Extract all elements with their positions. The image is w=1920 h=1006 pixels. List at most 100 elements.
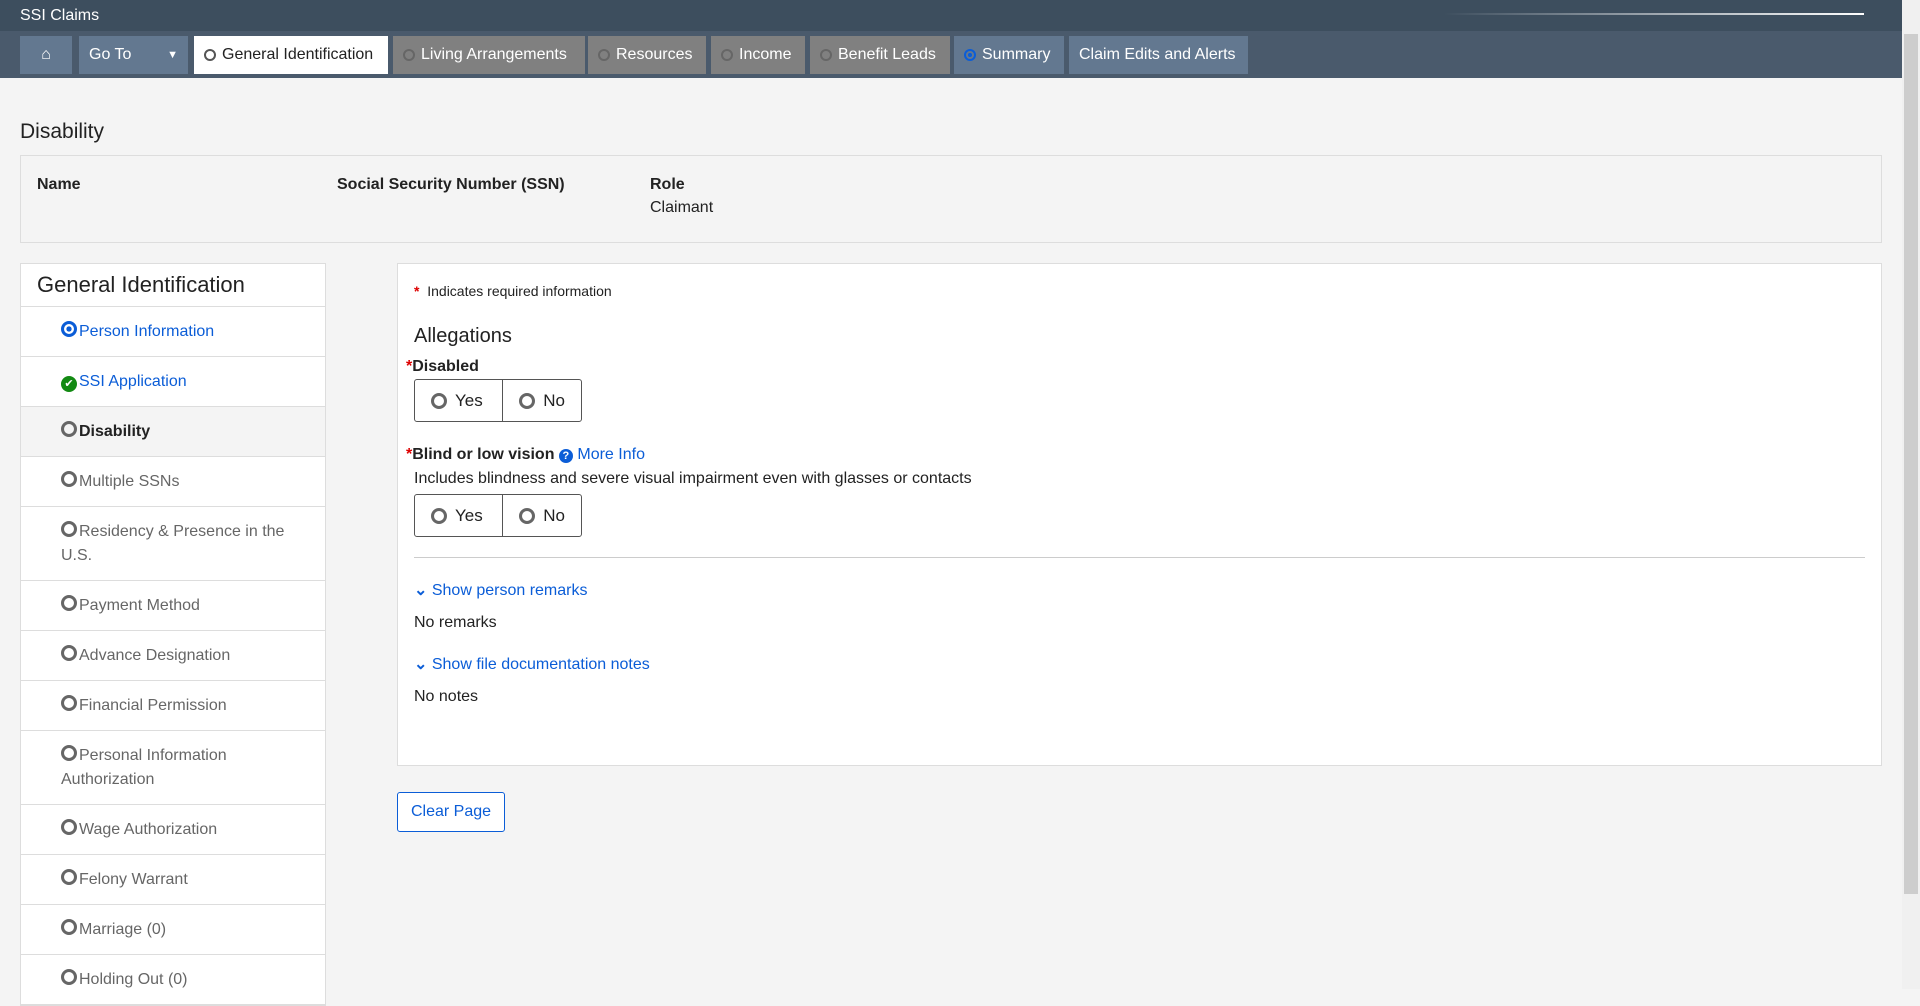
- blind-help-text: Includes blindness and severe visual imp…: [414, 470, 972, 487]
- sidebar-item-label: Financial Permission: [79, 697, 227, 714]
- circle-icon: [61, 819, 77, 835]
- circle-icon: [61, 645, 77, 661]
- sidebar-item-label: Disability: [79, 423, 151, 440]
- radio-icon: [431, 392, 447, 409]
- home-icon: ⌂: [41, 46, 51, 63]
- sidebar-item-felony-warrant[interactable]: Felony Warrant: [21, 855, 325, 905]
- tab-resources[interactable]: Resources: [588, 36, 706, 74]
- chevron-down-icon: ⌄: [414, 656, 428, 673]
- sidebar: General Identification Person Informatio…: [20, 263, 326, 1006]
- sidebar-item-multiple-ssns[interactable]: Multiple SSNs: [21, 457, 325, 507]
- sidebar-item-label: Marriage (0): [79, 921, 167, 938]
- radio-label: No: [543, 505, 565, 525]
- sidebar-item-label: Personal Information Authorization: [61, 747, 227, 788]
- sidebar-item-payment-method[interactable]: Payment Method: [21, 581, 325, 631]
- disabled-radio-group: Yes No: [414, 379, 582, 422]
- disabled-no-radio[interactable]: No: [502, 380, 581, 421]
- sidebar-item-label: Holding Out (0): [79, 971, 188, 988]
- tab-label: General Identification: [222, 46, 374, 63]
- disabled-yes-radio[interactable]: Yes: [415, 380, 502, 421]
- selected-circle-icon: [964, 49, 976, 61]
- sidebar-item-financial-permission[interactable]: Financial Permission: [21, 681, 325, 731]
- tab-income[interactable]: Income: [711, 36, 805, 74]
- show-notes-toggle[interactable]: ⌄ Show file documentation notes: [414, 654, 1865, 674]
- scrollbar[interactable]: [1902, 0, 1920, 989]
- radio-icon: [519, 392, 536, 409]
- sidebar-item-marriage[interactable]: Marriage (0): [21, 905, 325, 955]
- home-button[interactable]: ⌂: [20, 36, 72, 74]
- app-title-bar: SSI Claims: [0, 0, 1902, 31]
- section-title: Allegations: [414, 325, 512, 347]
- show-person-remarks-toggle[interactable]: ⌄ Show person remarks: [414, 580, 1865, 600]
- question-circle-icon: ?: [558, 449, 573, 463]
- more-info-link[interactable]: ? More Info: [558, 446, 645, 463]
- top-nav: ⌂ Go To ▼ General Identification Living A…: [0, 31, 1902, 78]
- sidebar-item-holding-out[interactable]: Holding Out (0): [21, 955, 325, 1005]
- sidebar-item-person-information[interactable]: Person Information: [21, 307, 325, 357]
- tab-label: Summary: [982, 46, 1051, 63]
- radio-label: Yes: [455, 390, 483, 410]
- tab-benefit-leads[interactable]: Benefit Leads: [810, 36, 950, 74]
- sidebar-item-advance-designation[interactable]: Advance Designation: [21, 631, 325, 681]
- notes-value: No notes: [414, 688, 479, 705]
- circle-icon: [61, 919, 77, 935]
- app-title: SSI Claims: [20, 7, 100, 24]
- sidebar-item-label: Person Information: [79, 323, 215, 340]
- clear-page-button[interactable]: Clear Page: [397, 792, 505, 832]
- tab-summary[interactable]: Summary: [954, 36, 1064, 74]
- circle-icon: [61, 745, 77, 761]
- ssn-label: Social Security Number (SSN): [337, 176, 565, 193]
- circle-icon: [61, 869, 77, 885]
- blind-yes-radio[interactable]: Yes: [415, 495, 502, 536]
- circle-icon: [598, 49, 610, 61]
- sidebar-item-personal-info-auth[interactable]: Personal Information Authorization: [21, 731, 325, 805]
- circle-icon: [61, 595, 77, 611]
- role-label: Role: [650, 176, 685, 193]
- required-asterisk: *: [414, 283, 420, 299]
- radio-icon: [519, 507, 536, 524]
- sidebar-item-label: SSI Application: [79, 373, 187, 390]
- circle-icon: [61, 521, 77, 537]
- sidebar-item-residency[interactable]: Residency & Presence in the U.S.: [21, 507, 325, 581]
- name-label: Name: [37, 176, 81, 193]
- circle-icon: [61, 471, 77, 487]
- tab-general-identification[interactable]: General Identification: [194, 36, 388, 74]
- tab-living-arrangements[interactable]: Living Arrangements: [393, 36, 585, 74]
- form-panel: * Indicates required information Allegat…: [397, 263, 1882, 766]
- tab-label: Resources: [616, 46, 693, 63]
- sidebar-item-ssi-application[interactable]: ✔ SSI Application: [21, 357, 325, 407]
- radio-label: No: [543, 390, 565, 410]
- goto-label: Go To: [89, 46, 132, 63]
- blind-label: Blind or low vision: [412, 446, 555, 463]
- radio-icon: [431, 507, 447, 524]
- divider: [414, 557, 1865, 558]
- goto-button[interactable]: Go To ▼: [79, 36, 188, 74]
- sidebar-item-label: Wage Authorization: [79, 821, 218, 838]
- circle-icon: [721, 49, 733, 61]
- toggle-label: Show person remarks: [431, 582, 588, 599]
- chevron-down-icon: ⌄: [414, 582, 428, 599]
- page-title: Disability: [20, 120, 105, 143]
- sidebar-item-wage-authorization[interactable]: Wage Authorization: [21, 805, 325, 855]
- sidebar-item-label: Payment Method: [79, 597, 200, 614]
- blind-radio-group: Yes No: [414, 494, 582, 537]
- tab-claim-edits[interactable]: Claim Edits and Alerts: [1069, 36, 1248, 74]
- title-decoration: [1444, 13, 1864, 15]
- tab-label: Income: [739, 46, 792, 63]
- radio-label: Yes: [455, 505, 483, 525]
- sidebar-item-disability[interactable]: Disability: [21, 407, 325, 457]
- selected-circle-icon: [61, 321, 77, 337]
- sidebar-item-label: Felony Warrant: [79, 871, 188, 888]
- circle-icon: [61, 695, 77, 711]
- circle-icon: [204, 49, 216, 61]
- disabled-label: Disabled: [412, 358, 479, 375]
- sidebar-title: General Identification: [21, 264, 325, 307]
- toggle-label: Show file documentation notes: [431, 656, 650, 673]
- blind-no-radio[interactable]: No: [502, 495, 581, 536]
- scrollbar-thumb[interactable]: [1904, 34, 1918, 894]
- tab-label: Living Arrangements: [421, 46, 567, 63]
- caret-down-icon: ▼: [167, 49, 178, 61]
- check-circle-icon: ✔: [61, 376, 77, 392]
- circle-icon: [61, 421, 77, 437]
- required-note: * Indicates required information: [414, 283, 1865, 299]
